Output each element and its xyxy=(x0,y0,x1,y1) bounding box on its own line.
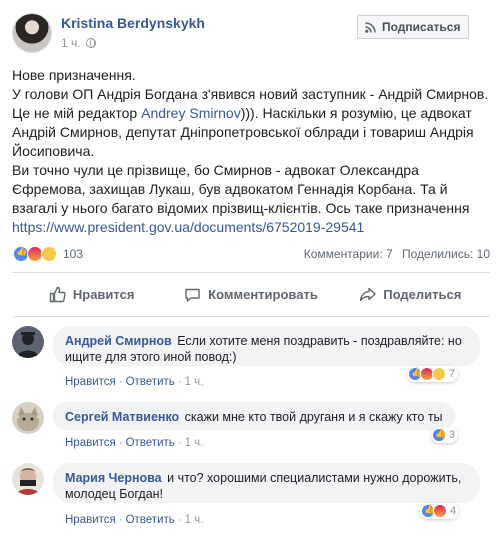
commenter-avatar[interactable] xyxy=(12,402,44,434)
post-timestamp[interactable]: 1 ч. xyxy=(61,36,96,50)
author-avatar[interactable] xyxy=(12,13,52,53)
commenter-avatar[interactable] xyxy=(12,463,44,495)
angry-reaction-icon xyxy=(433,504,447,518)
post-text-paragraph3: Ви точно чули це прізвище, бо Смирнов - … xyxy=(12,162,470,216)
comment-reactions[interactable]: 4 xyxy=(420,503,460,519)
laugh-reaction-icon xyxy=(432,367,446,381)
person-avatar-icon xyxy=(12,463,44,495)
comment-reaction-count: 3 xyxy=(449,429,456,441)
commenter-avatar[interactable] xyxy=(12,326,44,358)
speech-bubble-icon xyxy=(185,288,200,302)
reactions-summary[interactable]: 103 xyxy=(13,246,83,262)
comment-label: Комментировать xyxy=(208,287,318,302)
share-label: Поделиться xyxy=(383,287,462,302)
silhouette-icon xyxy=(12,326,44,358)
comment-reactions[interactable]: 3 xyxy=(431,427,459,443)
document-url-link[interactable]: https://www.president.gov.ua/documents/6… xyxy=(12,219,364,235)
comment-time[interactable]: 1 ч. xyxy=(185,437,204,449)
post-text-paragraph2: У голови ОП Андрія Богдана з'явився нови… xyxy=(12,85,492,161)
reaction-count[interactable]: 103 xyxy=(63,247,83,261)
comment-actions: Нравится · Ответить · 1 ч. xyxy=(65,376,204,388)
comment-reactions[interactable]: 7 xyxy=(407,366,459,382)
comments-count[interactable]: Комментарии: 7 xyxy=(304,247,393,261)
comment-bubble: Андрей Смирнов Если хотите меня поздрави… xyxy=(53,326,480,366)
share-arrow-icon xyxy=(360,287,376,302)
comment-actions: Нравится · Ответить · 1 ч. xyxy=(65,437,204,449)
comment-item: Мария Чернова и что? хорошими специалист… xyxy=(12,463,492,529)
subscribe-label: Подписаться xyxy=(382,20,461,34)
post-text: Нове призначення. У голови ОП Андрія Бог… xyxy=(12,66,492,237)
rss-icon xyxy=(365,22,376,33)
comment-like-link[interactable]: Нравится xyxy=(65,376,116,388)
comment-bubble: Сергей Матвиенко скажи мне кто твой друг… xyxy=(53,402,455,430)
comment-time[interactable]: 1 ч. xyxy=(185,376,204,388)
comment-reply-link[interactable]: Ответить xyxy=(126,376,175,388)
commenter-name[interactable]: Сергей Матвиенко xyxy=(65,410,179,424)
comment-item: Сергей Матвиенко скажи мне кто твой друг… xyxy=(12,402,492,450)
like-reaction-icon xyxy=(432,428,446,442)
cat-avatar-icon xyxy=(12,402,44,434)
post-time[interactable]: 1 ч. xyxy=(61,36,81,50)
comment-reply-link[interactable]: Ответить xyxy=(126,514,175,526)
commenter-name[interactable]: Андрей Смирнов xyxy=(65,334,172,348)
like-button[interactable]: Нравится xyxy=(12,273,171,316)
comment-reply-link[interactable]: Ответить xyxy=(126,437,175,449)
subscribe-button[interactable]: Подписаться xyxy=(357,15,470,39)
comment-actions: Нравится · Ответить · 1 ч. xyxy=(65,514,204,526)
post-text-line1: Нове призначення. xyxy=(12,67,136,83)
globe-icon xyxy=(85,38,96,48)
comment-text: скажи мне кто твой друганя и я скажу кто… xyxy=(184,410,443,424)
mention-link[interactable]: Andrey Smirnov xyxy=(141,105,241,121)
author-name[interactable]: Kristina Berdynskykh xyxy=(61,15,205,31)
like-label: Нравится xyxy=(72,287,135,302)
comment-item: Андрей Смирнов Если хотите меня поздрави… xyxy=(12,326,492,388)
thumbs-up-icon xyxy=(49,286,66,303)
sad-reaction-icon xyxy=(41,246,57,262)
divider xyxy=(12,316,490,317)
share-button[interactable]: Поделиться xyxy=(331,273,490,316)
comment-reaction-count: 7 xyxy=(449,368,456,380)
comment-time[interactable]: 1 ч. xyxy=(185,514,204,526)
commenter-name[interactable]: Мария Чернова xyxy=(65,471,162,485)
comment-like-link[interactable]: Нравится xyxy=(65,514,116,526)
comment-bubble: Мария Чернова и что? хорошими специалист… xyxy=(53,463,480,503)
comment-like-link[interactable]: Нравится xyxy=(65,437,116,449)
comment-reaction-count: 4 xyxy=(450,505,457,517)
action-bar: Нравится Комментировать Поделиться xyxy=(12,273,490,316)
facebook-post: Kristina Berdynskykh 1 ч. Подписаться Но… xyxy=(0,0,502,534)
post-stats: Комментарии: 7 Поделились: 10 xyxy=(304,247,490,261)
comment-button[interactable]: Комментировать xyxy=(171,273,330,316)
shares-count[interactable]: Поделились: 10 xyxy=(402,247,490,261)
